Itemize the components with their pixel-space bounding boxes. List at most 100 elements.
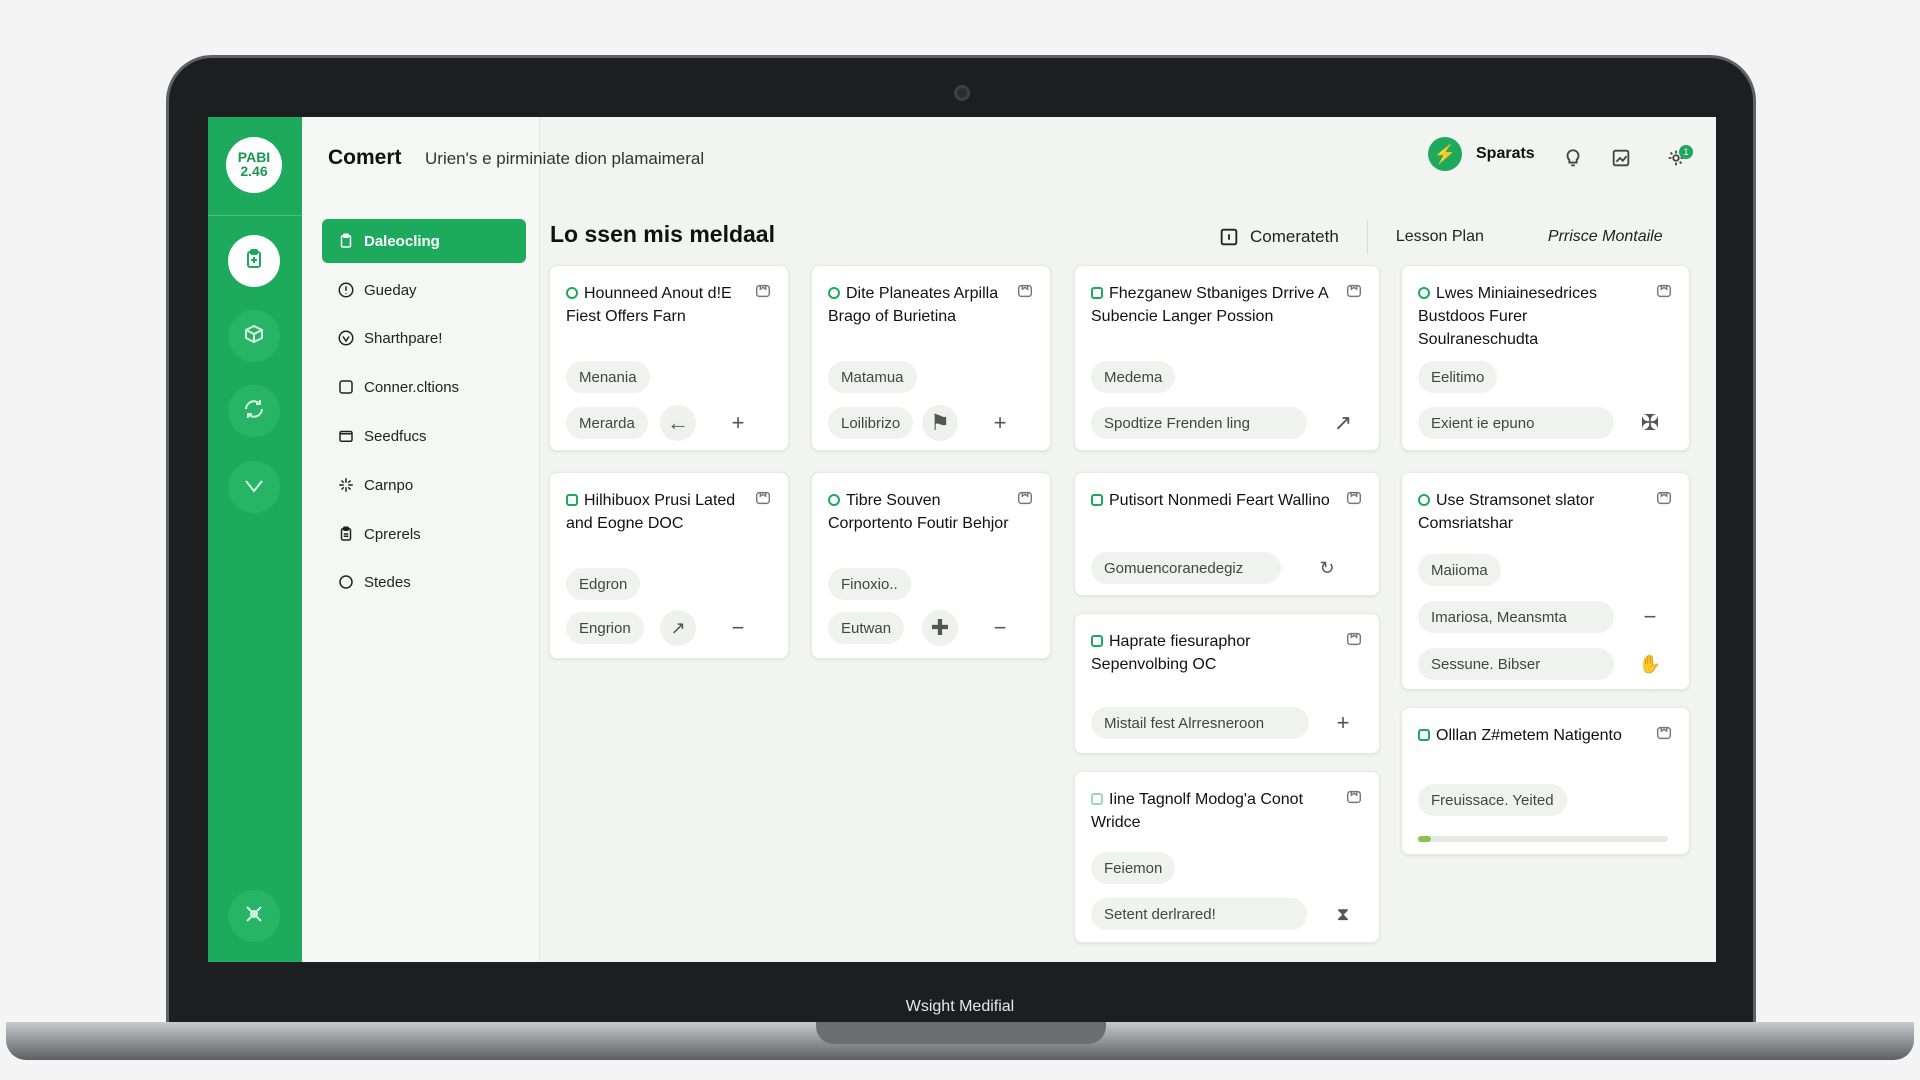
flag-icon[interactable]: ⚑ (922, 405, 958, 441)
card-fhezganew[interactable]: Fhezganew Stbaniges Drrive A Subencie La… (1074, 265, 1380, 451)
nav-item-label: Daleocling (364, 232, 440, 250)
rail-sync-button[interactable] (228, 385, 280, 437)
card-title-wrap: Olllan Z#metem Natigento (1418, 724, 1649, 747)
rail-box-button[interactable] (228, 310, 280, 362)
card-chip[interactable]: Exient ie epuno (1418, 407, 1614, 439)
card-tibre-souven[interactable]: Tibre Souven Corportento Foutir Behjor F… (811, 472, 1051, 659)
card-title-wrap: Tibre Souven Corportento Foutir Behjor (828, 489, 1010, 535)
minus-icon[interactable]: − (1632, 599, 1668, 635)
screen: PABI 2.46 Daleocling Gueday Sharthpare! … (208, 117, 1716, 962)
arrow-up-right-icon[interactable]: ↗ (1325, 405, 1361, 441)
pin-icon[interactable]: ✠ (1632, 405, 1668, 441)
bookmark-icon[interactable] (1655, 489, 1673, 507)
bookmark-icon[interactable] (1345, 282, 1363, 300)
card-chip[interactable]: Mistail fest Alrresneroon (1091, 707, 1309, 739)
nav-item-label: Carnpo (364, 476, 414, 494)
chart-icon[interactable] (1608, 145, 1634, 171)
card-title-wrap: Putisort Nonmedi Feart Wallino (1091, 489, 1339, 512)
tab-divider (1366, 220, 1368, 254)
app-title: Comert (328, 146, 402, 169)
nav-item-carnpo[interactable]: Carnpo (322, 463, 526, 507)
bookmark-icon[interactable] (754, 489, 772, 507)
thumbs-up-icon[interactable]: ✋ (1632, 646, 1668, 682)
bookmark-icon[interactable] (1345, 630, 1363, 648)
card-iine-tagnolf[interactable]: Iine Tagnolf Modog'a Conot Wridce Feiemo… (1074, 771, 1380, 943)
card-chip[interactable]: Eutwan (828, 612, 905, 644)
card-title: Lwes Miniainesedrices Bustdoos Furer Sou… (1418, 285, 1597, 348)
card-dite-planeates[interactable]: Dite Planeates Arpilla Brago of Burietin… (811, 265, 1051, 451)
card-haprate[interactable]: Haprate fiesuraphor Sepenvolbing OC Mist… (1074, 613, 1380, 754)
app-logo[interactable]: PABI 2.46 (226, 137, 282, 193)
card-title: Putisort Nonmedi Feart Wallino (1109, 492, 1330, 509)
sparkle-icon (336, 475, 356, 495)
user-menu[interactable]: ⚡ Sparats (1428, 137, 1535, 171)
card-olllan[interactable]: Olllan Z#metem Natigento Freuissace. Yei… (1401, 707, 1690, 855)
bookmark-icon[interactable] (1016, 282, 1034, 300)
card-lwes[interactable]: Lwes Miniainesedrices Bustdoos Furer Sou… (1401, 265, 1690, 451)
plus-icon[interactable]: + (720, 405, 756, 441)
plus-icon[interactable]: + (1325, 705, 1361, 741)
nav-item-label: Sharthpare! (364, 329, 443, 347)
card-use-stramsonet[interactable]: Use Stramsonet slator Comsriatshar Maiio… (1401, 472, 1690, 690)
bookmark-icon[interactable] (1345, 489, 1363, 507)
nav-item-daleocling[interactable]: Daleocling (322, 219, 526, 263)
minus-icon[interactable]: − (982, 610, 1018, 646)
card-chip[interactable]: Setent derlrared! (1091, 898, 1307, 930)
card-chip[interactable]: Loilibrizo (828, 407, 914, 439)
card-putisort[interactable]: Putisort Nonmedi Feart Wallino Gomuencor… (1074, 472, 1380, 596)
card-chip[interactable]: Imariosa, Meansmta (1418, 601, 1614, 633)
plus-icon[interactable]: + (982, 405, 1018, 441)
status-dot (828, 287, 840, 299)
clipboard-icon (336, 524, 356, 544)
card-title: Hounneed Anout d!E Fiest Offers Farn (566, 285, 732, 325)
tab-lesson-plan[interactable]: Lesson Plan (1396, 228, 1484, 246)
card-chip-secondary[interactable]: Sessune. Bibser (1418, 648, 1614, 680)
bookmark-icon[interactable] (1655, 724, 1673, 742)
pin-icon[interactable]: ✚ (922, 610, 958, 646)
card-hounneed[interactable]: Hounneed Anout d!E Fiest Offers Farn Men… (549, 265, 789, 451)
back-arrow-icon[interactable]: ← (660, 405, 696, 441)
nav-panel: Daleocling Gueday Sharthpare! Conner.clt… (302, 117, 540, 962)
card-chip[interactable]: Engrion (566, 612, 644, 644)
rail-clipboard-button[interactable] (228, 235, 280, 287)
status-dot (1091, 635, 1103, 647)
bookmark-icon[interactable] (1655, 282, 1673, 300)
card-chip[interactable]: Gomuencoranedegiz (1091, 552, 1281, 584)
square-icon (336, 377, 356, 397)
rail-tools-button[interactable] (228, 890, 280, 942)
card-chip[interactable]: Merarda (566, 407, 648, 439)
minus-icon[interactable]: − (720, 610, 756, 646)
card-tag: Freuissace. Yeited (1418, 784, 1567, 816)
status-dot (1418, 729, 1430, 741)
lightbulb-icon[interactable] (1560, 145, 1586, 171)
app-subtitle: Urien's e pirminiate dion plamaimeral (425, 149, 705, 168)
bookmark-icon[interactable] (1016, 489, 1034, 507)
nav-item-connections[interactable]: Conner.cltions (322, 365, 526, 409)
card-title: Fhezganew Stbaniges Drrive A Subencie La… (1091, 285, 1328, 325)
check-icon (242, 473, 266, 502)
hourglass-icon[interactable]: ⧗ (1325, 896, 1361, 932)
card-title: Olllan Z#metem Natigento (1436, 727, 1622, 744)
nav-item-sharthpare[interactable]: Sharthpare! (322, 316, 526, 360)
nav-item-cprerels[interactable]: Cprerels (322, 512, 526, 556)
tools-icon (242, 902, 266, 931)
bolt-icon: ⚡ (1428, 137, 1462, 171)
status-dot (1091, 793, 1103, 805)
laptop-notch (816, 1022, 1106, 1044)
status-dot (1091, 494, 1103, 506)
rail-check-button[interactable] (228, 461, 280, 513)
bookmark-icon[interactable] (754, 282, 772, 300)
link-icon[interactable]: ↗ (660, 610, 696, 646)
nav-item-gueday[interactable]: Gueday (322, 268, 526, 312)
card-tag: Eelitimo (1418, 361, 1498, 393)
bookmark-icon[interactable] (1345, 788, 1363, 806)
tab-comerateth[interactable]: Comerateth (1250, 227, 1339, 247)
nav-item-stedes[interactable]: Stedes (322, 560, 526, 604)
nav-item-seedfucs[interactable]: Seedfucs (322, 414, 526, 458)
box-icon (242, 322, 266, 351)
card-hilhibuox[interactable]: Hilhibuox Prusi Lated and Eogne DOC Edgr… (549, 472, 789, 659)
tab-prrisce-montaile[interactable]: Prrisce Montaile (1548, 228, 1663, 246)
refresh-icon[interactable]: ↻ (1309, 550, 1345, 586)
status-dot (828, 494, 840, 506)
card-chip[interactable]: Spodtize Frenden ling (1091, 407, 1307, 439)
